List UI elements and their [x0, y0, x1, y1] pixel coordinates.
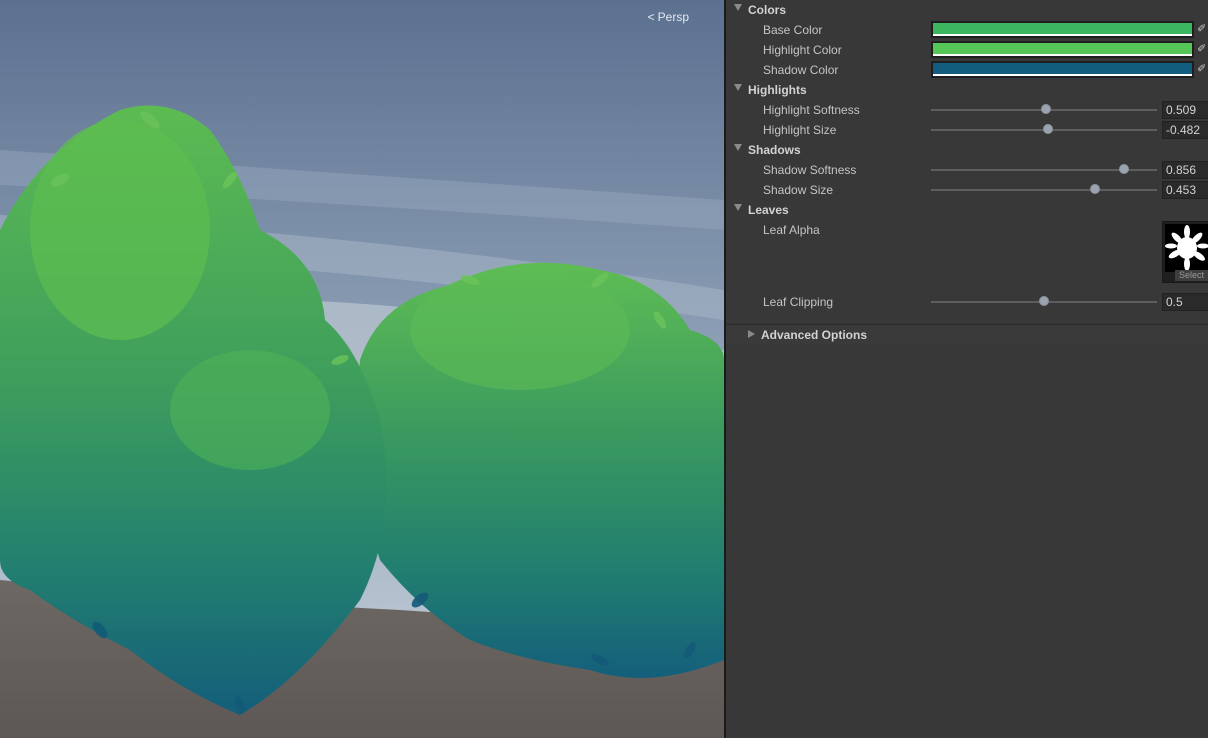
highlight-color-row: Highlight Color ✐ [726, 40, 1208, 60]
slider-handle[interactable] [1041, 104, 1052, 114]
section-colors[interactable]: Colors [726, 0, 1208, 20]
slider-handle[interactable] [1039, 296, 1049, 306]
foldout-expanded-icon [734, 4, 742, 11]
section-leaves[interactable]: Leaves [726, 200, 1208, 220]
value-field[interactable]: 0.509 [1162, 101, 1208, 119]
property-label: Leaf Alpha [763, 223, 820, 237]
section-title: Shadows [748, 143, 801, 157]
leaf-texture-thumbnail [1165, 224, 1208, 272]
base-color-field[interactable] [931, 21, 1194, 38]
perspective-icon: < [647, 10, 655, 24]
select-texture-button[interactable]: Select [1175, 270, 1208, 281]
foldout-collapsed-icon [748, 330, 755, 338]
shadow-color-field[interactable] [931, 61, 1194, 78]
foldout-expanded-icon [734, 144, 742, 151]
value-field[interactable]: 0.453 [1162, 181, 1208, 199]
alpha-bar [933, 54, 1192, 56]
section-title: Leaves [748, 203, 789, 217]
slider-handle[interactable] [1043, 124, 1054, 134]
property-label: Highlight Size [763, 123, 837, 137]
value-field[interactable]: 0.856 [1162, 161, 1208, 179]
alpha-bar [933, 34, 1192, 36]
material-inspector: Colors Base Color ✐ Highlight Color ✐ Sh… [726, 0, 1208, 738]
slider-handle[interactable] [1090, 184, 1101, 194]
property-label: Shadow Size [763, 183, 834, 197]
section-shadows[interactable]: Shadows [726, 140, 1208, 160]
value-field[interactable]: 0.5 [1162, 293, 1208, 311]
section-title: Highlights [748, 83, 807, 97]
highlight-size-row: Highlight Size -0.482 [726, 120, 1208, 140]
scene-view[interactable]: < Persp [0, 0, 724, 738]
property-label: Highlight Color [763, 43, 842, 57]
eyedropper-icon[interactable]: ✐ [1197, 42, 1208, 57]
leaf-alpha-row: Leaf Alpha [726, 220, 1208, 240]
slider-handle[interactable] [1119, 164, 1130, 174]
shadow-color-row: Shadow Color ✐ [726, 60, 1208, 80]
leaf-alpha-texture-slot[interactable]: Select [1162, 221, 1208, 283]
scene-render [0, 0, 724, 738]
shadow-softness-row: Shadow Softness 0.856 [726, 160, 1208, 180]
eyedropper-icon[interactable]: ✐ [1197, 22, 1208, 37]
foldout-expanded-icon [734, 84, 742, 91]
camera-mode-toggle[interactable]: < Persp [648, 10, 689, 24]
value-field[interactable]: -0.482 [1162, 121, 1208, 139]
property-label: Highlight Softness [763, 103, 860, 117]
eyedropper-icon[interactable]: ✐ [1197, 62, 1208, 77]
foldout-expanded-icon [734, 204, 742, 211]
property-label: Shadow Color [763, 63, 839, 77]
slider-track[interactable] [931, 189, 1157, 191]
base-color-row: Base Color ✐ [726, 20, 1208, 40]
section-highlights[interactable]: Highlights [726, 80, 1208, 100]
highlight-color-field[interactable] [931, 41, 1194, 58]
property-label: Shadow Softness [763, 163, 857, 177]
property-label: Base Color [763, 23, 823, 37]
section-advanced-options[interactable]: Advanced Options [726, 324, 1208, 344]
leaf-clipping-row: Leaf Clipping 0.5 [726, 292, 1208, 312]
leaf-texture-icon [1165, 225, 1208, 271]
shadow-size-row: Shadow Size 0.453 [726, 180, 1208, 200]
highlight-softness-row: Highlight Softness 0.509 [726, 100, 1208, 120]
section-title: Colors [748, 3, 787, 17]
property-label: Leaf Clipping [763, 295, 834, 309]
camera-mode-label: Persp [657, 10, 689, 24]
section-title: Advanced Options [761, 328, 868, 342]
alpha-bar [933, 74, 1192, 76]
